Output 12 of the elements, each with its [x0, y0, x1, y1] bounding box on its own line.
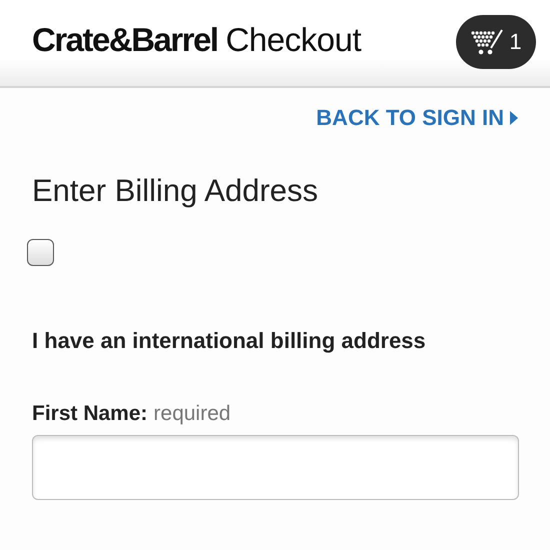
caret-icon — [510, 111, 518, 125]
cart-button[interactable]: 1 — [456, 15, 536, 69]
section-heading: Enter Billing Address — [32, 173, 320, 209]
first-name-input[interactable] — [32, 435, 519, 500]
checkbox-label: I have an international billing address — [32, 328, 427, 354]
required-hint: required — [154, 402, 231, 426]
international-checkbox[interactable] — [27, 239, 54, 266]
back-to-sign-in-link[interactable]: BACK TO SIGN IN — [316, 105, 518, 131]
field-label: First Name: — [32, 402, 148, 426]
brand-logo[interactable]: Crate&Barrel — [32, 21, 218, 59]
page-title: Checkout — [226, 21, 362, 59]
cart-icon — [470, 29, 504, 55]
